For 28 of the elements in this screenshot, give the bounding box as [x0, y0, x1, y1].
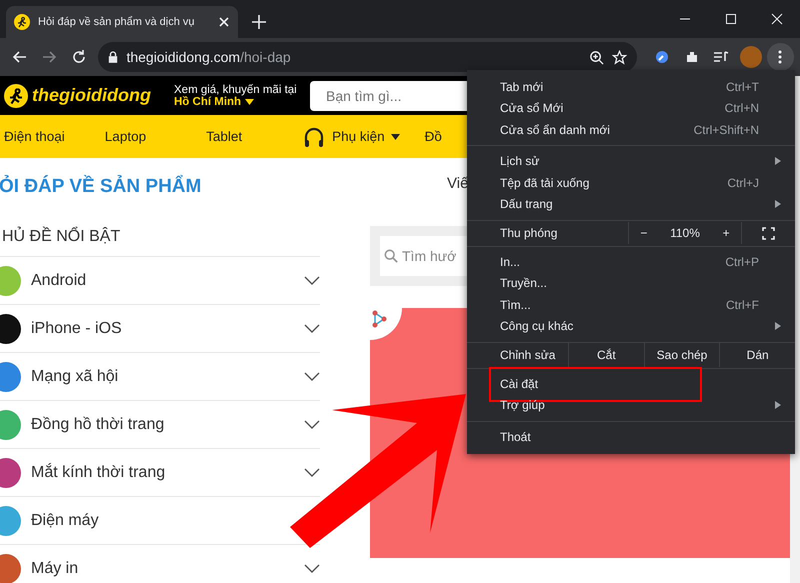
- menu-item-label: In...: [500, 254, 522, 269]
- menu-item-label: Công cụ khác: [500, 319, 574, 334]
- url-text: thegioididong.com/hoi-dap: [126, 49, 292, 65]
- shortcut-text: Ctrl+P: [725, 254, 759, 269]
- section-title: HỦ ĐỀ NỔI BẬT: [2, 228, 122, 246]
- shortcut-text: Ctrl+F: [726, 298, 759, 312]
- menu-item-label: Tệp đã tải xuống: [500, 176, 590, 190]
- shortcut-text: Ctrl+T: [726, 80, 759, 94]
- tab-title: Hỏi đáp về sản phẩm và dịch vụ: [38, 16, 196, 28]
- menu-item-label: Cửa sổ Mới: [500, 101, 564, 116]
- menu-item-label: Dấu trang: [500, 197, 554, 212]
- menu-item-label: Cửa sổ ẩn danh mới: [500, 122, 611, 137]
- menu-item-label: Thu phóng: [499, 225, 558, 242]
- search-placeholder: Tìm hướ: [402, 248, 456, 264]
- menu-item-label: Lịch sử: [500, 154, 540, 168]
- menu-item-label: Trợ giúp: [500, 398, 546, 412]
- menu-item-label: Cài đặt: [500, 376, 540, 391]
- page-title: ỎI ĐÁP VỀ SẢN PHẨM: [0, 176, 202, 199]
- menu-item-label: Tìm...: [500, 298, 532, 312]
- shortcut-text: Ctrl+Shift+N: [694, 122, 759, 137]
- shortcut-text: Ctrl+N: [724, 101, 759, 116]
- menu-item-label: Truyền...: [500, 276, 548, 290]
- location-prompt: Xem giá, khuyến mãi tại: [174, 84, 298, 96]
- shortcut-text: Ctrl+J: [727, 176, 759, 190]
- menu-item-label: Tab mới: [500, 80, 544, 94]
- zoom-value: 110%: [670, 226, 700, 240]
- menu-item-label: Thoát: [500, 430, 532, 444]
- menu-item-label: Chỉnh sửa: [499, 347, 556, 364]
